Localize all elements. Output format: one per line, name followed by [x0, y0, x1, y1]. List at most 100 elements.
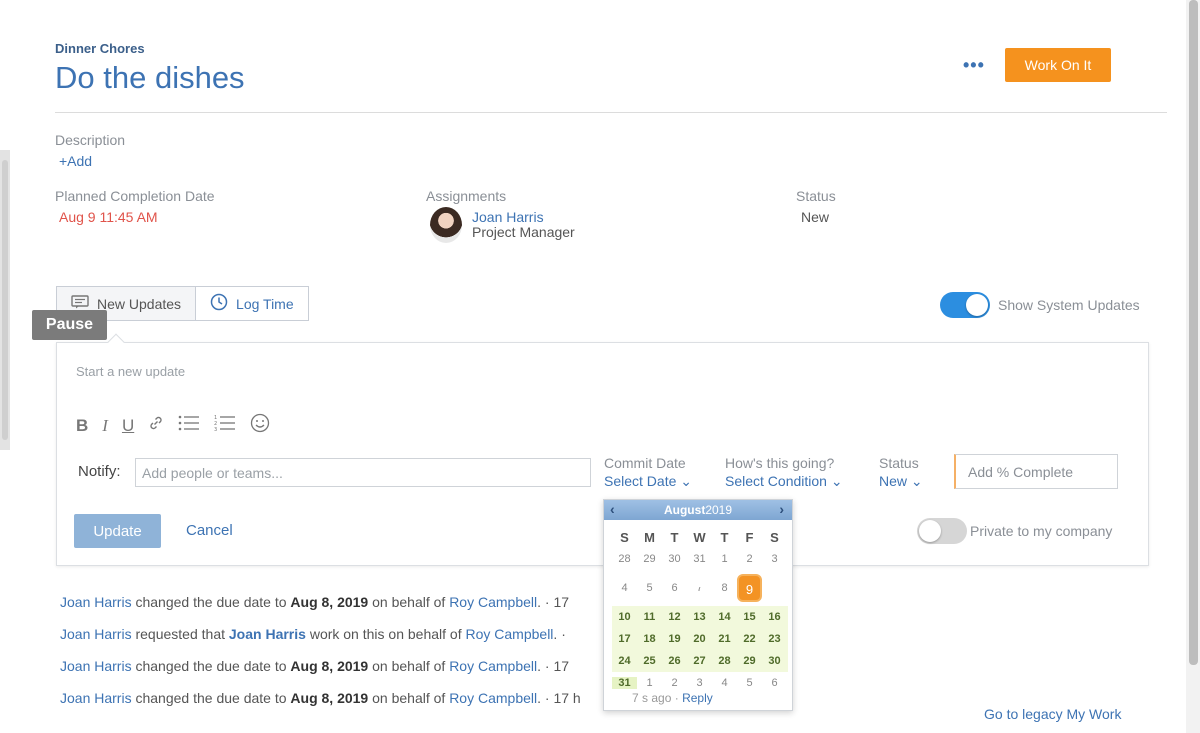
- prev-month-button[interactable]: ‹: [610, 501, 615, 517]
- calendar-day[interactable]: 2: [737, 553, 762, 565]
- reply-link[interactable]: Reply: [682, 691, 713, 705]
- bulleted-list-icon[interactable]: [178, 414, 200, 437]
- calendar-day[interactable]: 6: [662, 582, 687, 594]
- update-button[interactable]: Update: [74, 514, 161, 548]
- underline-button[interactable]: U: [122, 416, 134, 436]
- update-text-input[interactable]: Start a new update: [76, 364, 185, 379]
- calendar-day[interactable]: 5: [737, 677, 762, 689]
- activity-text: on behalf of: [368, 594, 450, 610]
- percent-complete-input[interactable]: [954, 454, 1118, 489]
- description-label: Description: [55, 132, 126, 148]
- calendar-day[interactable]: 29: [637, 553, 662, 565]
- activity-other-user[interactable]: Roy Campbell: [449, 594, 537, 610]
- left-scrollbar-thumb[interactable]: [2, 160, 8, 440]
- activity-other-user[interactable]: Roy Campbell: [449, 690, 537, 706]
- activity-actor[interactable]: Joan Harris: [60, 626, 132, 642]
- calendar-day[interactable]: 17: [612, 633, 637, 645]
- calendar-day[interactable]: 3: [762, 553, 787, 565]
- tab-log-time[interactable]: Log Time: [196, 286, 309, 321]
- calendar-day[interactable]: 10: [612, 611, 637, 623]
- calendar-day[interactable]: 6: [762, 677, 787, 689]
- calendar-day[interactable]: 1: [637, 677, 662, 689]
- assignee-avatar: [430, 207, 462, 243]
- condition-value: Select Condition: [725, 473, 827, 489]
- activity-highlight[interactable]: Joan Harris: [229, 626, 306, 642]
- calendar-day[interactable]: 20: [687, 633, 712, 645]
- status-value[interactable]: New: [801, 209, 829, 225]
- add-description-link[interactable]: +Add: [59, 153, 92, 169]
- task-title: Do the dishes: [55, 60, 245, 95]
- calendar-day[interactable]: 22: [737, 633, 762, 645]
- calendar-day[interactable]: 11: [637, 611, 662, 623]
- calendar-day[interactable]: 31: [687, 553, 712, 565]
- calendar-day[interactable]: 14: [712, 611, 737, 623]
- activity-actor[interactable]: Joan Harris: [60, 658, 132, 674]
- calendar-week: 10 11 12 13 14 15 16: [612, 606, 788, 628]
- calendar-day[interactable]: 23: [762, 633, 787, 645]
- emoji-icon[interactable]: [250, 413, 270, 438]
- calendar-day[interactable]: 24: [612, 655, 637, 667]
- notify-input[interactable]: [135, 458, 591, 487]
- calendar-day[interactable]: 13: [687, 611, 712, 623]
- activity-other-user[interactable]: Roy Campbell: [449, 658, 537, 674]
- left-scrollbar[interactable]: [0, 150, 10, 450]
- cancel-button[interactable]: Cancel: [186, 522, 233, 539]
- chevron-down-icon: ⌄: [680, 473, 692, 489]
- activity-highlight: Aug 8, 2019: [290, 658, 369, 674]
- formatting-toolbar: B I U 123: [76, 413, 270, 438]
- calendar-day[interactable]: 8: [712, 582, 737, 594]
- calendar-header: August 2019: [604, 500, 792, 520]
- calendar-day[interactable]: 19: [662, 633, 687, 645]
- page-scrollbar-thumb[interactable]: [1189, 0, 1198, 665]
- calendar-day[interactable]: 3: [687, 677, 712, 689]
- link-icon[interactable]: [148, 415, 164, 436]
- calendar-day[interactable]: 16: [762, 611, 787, 623]
- calendar-day[interactable]: 12: [662, 611, 687, 623]
- next-month-button[interactable]: ›: [779, 501, 784, 517]
- calendar-day[interactable]: 30: [762, 655, 787, 667]
- calendar-day[interactable]: 4: [612, 582, 637, 594]
- calendar-day[interactable]: 4: [712, 677, 737, 689]
- weekday-header: M: [644, 529, 655, 545]
- calendar-day[interactable]: 29: [737, 655, 762, 667]
- bold-button[interactable]: B: [76, 416, 88, 436]
- calendar-day[interactable]: 31: [612, 677, 637, 689]
- page-scrollbar[interactable]: [1186, 0, 1200, 733]
- calendar-day[interactable]: 30: [662, 553, 687, 565]
- calendar-day[interactable]: 28: [712, 655, 737, 667]
- activity-actor[interactable]: Joan Harris: [60, 690, 132, 706]
- activity-actor[interactable]: Joan Harris: [60, 594, 132, 610]
- assignee-name[interactable]: Joan Harris: [472, 209, 544, 225]
- calendar-day[interactable]: 9: [737, 574, 762, 602]
- italic-button[interactable]: I: [102, 416, 108, 436]
- show-system-updates-toggle[interactable]: [940, 292, 990, 318]
- calendar-footer: 7 s ago · Reply: [632, 691, 713, 705]
- more-options-button[interactable]: •••: [963, 55, 985, 76]
- calendar-day[interactable]: 2: [662, 677, 687, 689]
- calendar-day[interactable]: 1: [712, 553, 737, 565]
- work-on-it-button[interactable]: Work On It: [1005, 48, 1111, 82]
- assignee-role: Project Manager: [472, 224, 575, 240]
- planned-completion-date[interactable]: Aug 9 11:45 AM: [59, 209, 158, 225]
- calendar-day[interactable]: 27: [687, 655, 712, 667]
- calendar-day[interactable]: 26: [662, 655, 687, 667]
- show-system-updates-label: Show System Updates: [998, 297, 1140, 313]
- legacy-my-work-link[interactable]: Go to legacy My Work: [984, 706, 1121, 722]
- calendar-day[interactable]: 25: [637, 655, 662, 667]
- activity-item: Joan Harris requested that Joan Harris w…: [60, 626, 566, 642]
- calendar-day[interactable]: 21: [712, 633, 737, 645]
- private-toggle[interactable]: [917, 518, 967, 544]
- weekday-header: F: [745, 529, 754, 545]
- calendar-day[interactable]: 15: [737, 611, 762, 623]
- activity-item: Joan Harris changed the due date to Aug …: [60, 690, 581, 706]
- project-name[interactable]: Dinner Chores: [55, 41, 145, 56]
- calendar-day[interactable]: 18: [637, 633, 662, 645]
- numbered-list-icon[interactable]: 123: [214, 414, 236, 437]
- update-status-select[interactable]: New ⌄: [879, 473, 923, 490]
- activity-time: . · 17 h: [537, 690, 581, 706]
- commit-date-select[interactable]: Select Date ⌄: [604, 473, 692, 490]
- activity-other-user[interactable]: Roy Campbell: [465, 626, 553, 642]
- condition-select[interactable]: Select Condition ⌄: [725, 473, 843, 490]
- calendar-day[interactable]: 5: [637, 582, 662, 594]
- calendar-day[interactable]: 28: [612, 553, 637, 565]
